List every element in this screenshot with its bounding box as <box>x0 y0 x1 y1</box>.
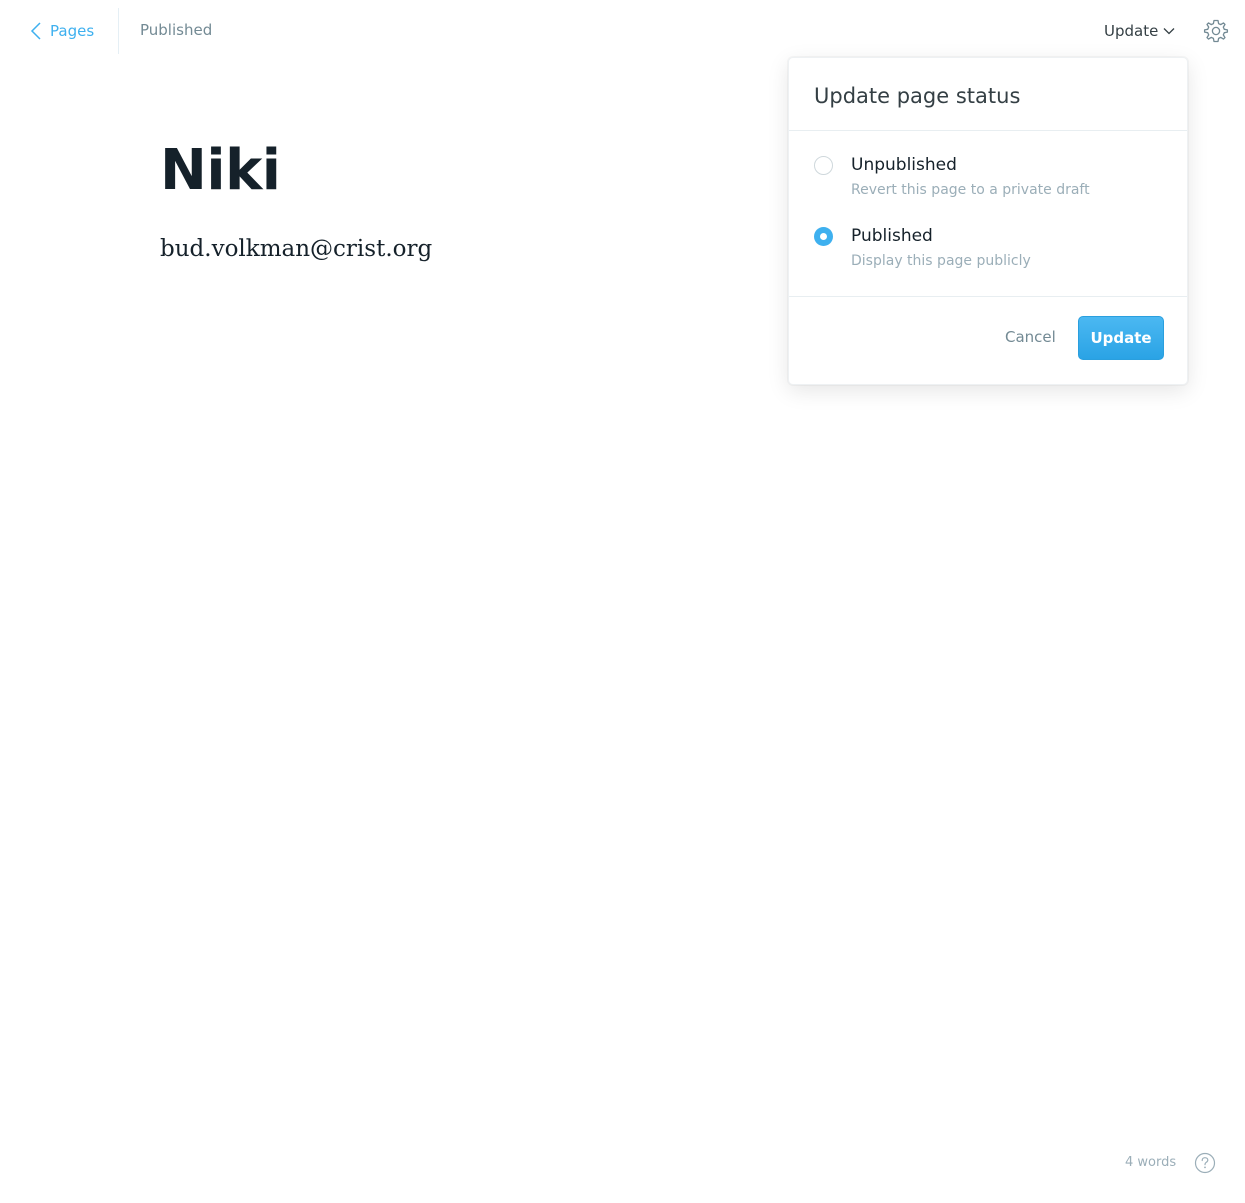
popover-footer: Cancel Update <box>789 297 1187 385</box>
topbar-divider <box>118 8 119 54</box>
chevron-down-icon <box>1163 27 1175 35</box>
word-count: 4 words <box>1125 1155 1177 1170</box>
update-status-popover: Update page status Unpublished Revert th… <box>788 57 1188 385</box>
update-trigger-label: Update <box>1104 22 1159 40</box>
status-options: Unpublished Revert this page to a privat… <box>789 131 1187 297</box>
editor-topbar: Pages Published Update <box>0 0 1245 62</box>
option-description: Display this page publicly <box>851 253 1031 269</box>
post-title[interactable]: Niki <box>160 138 281 203</box>
gear-icon <box>1203 18 1229 44</box>
post-body-text[interactable]: bud.volkman@crist.org <box>160 236 432 262</box>
back-link-label: Pages <box>50 22 95 40</box>
status-option-unpublished[interactable]: Unpublished Revert this page to a privat… <box>814 155 1164 207</box>
status-option-published[interactable]: Published Display this page publicly <box>814 226 1164 278</box>
back-to-pages-link[interactable]: Pages <box>30 19 94 43</box>
editor-page: Pages Published Update Niki bud.volkman@… <box>0 0 1245 1203</box>
popover-header: Update page status <box>789 58 1187 131</box>
radio-unpublished[interactable] <box>814 156 833 175</box>
chevron-left-icon <box>30 22 42 40</box>
update-button[interactable]: Update <box>1078 316 1164 360</box>
page-status-label: Published <box>140 21 213 39</box>
cancel-button[interactable]: Cancel <box>1005 328 1056 346</box>
radio-published[interactable] <box>814 227 833 246</box>
popover-title: Update page status <box>814 84 1021 108</box>
help-button[interactable] <box>1194 1152 1216 1174</box>
settings-gear-button[interactable] <box>1203 18 1229 44</box>
option-label: Published <box>851 226 933 246</box>
option-description: Revert this page to a private draft <box>851 182 1090 198</box>
option-label: Unpublished <box>851 155 957 175</box>
question-circle-icon <box>1194 1152 1216 1174</box>
update-menu-trigger[interactable]: Update <box>1104 20 1175 42</box>
